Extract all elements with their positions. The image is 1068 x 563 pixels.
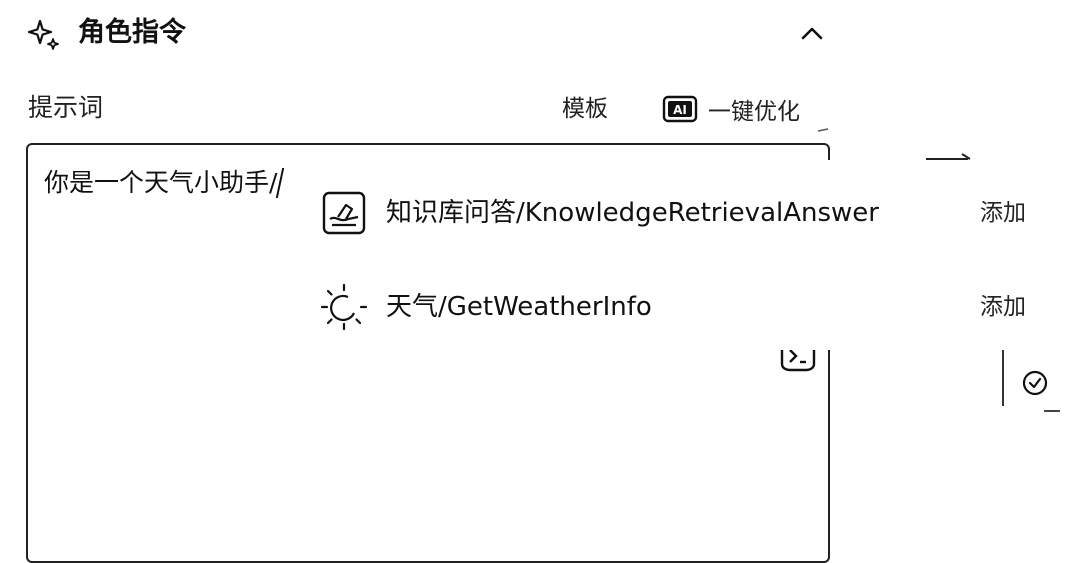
ai-icon: AI <box>662 95 698 123</box>
prompt-text[interactable]: 你是一个天气小助手/ <box>44 165 285 201</box>
check-circle-icon[interactable] <box>1020 368 1050 398</box>
suggestion-label: 知识库问答/KnowledgeRetrievalAnswer <box>386 198 879 228</box>
prompt-label: 提示词 <box>28 93 104 122</box>
sparkle-icon <box>28 19 59 50</box>
add-button[interactable]: 添加 <box>980 196 1026 230</box>
template-button[interactable]: 模板 <box>562 92 608 126</box>
suggestion-item[interactable]: 天气/GetWeatherInfo 添加 <box>300 262 1068 352</box>
sun-weather-icon <box>320 283 368 331</box>
knowledge-book-icon <box>322 191 366 235</box>
vertical-divider <box>1002 350 1004 406</box>
svg-text:AI: AI <box>673 103 687 117</box>
optimize-button[interactable]: AI 一键优化 <box>662 92 800 126</box>
suggestion-dropdown: 知识库问答/KnowledgeRetrievalAnswer 添加 天气/Get… <box>300 160 1068 350</box>
suggestion-item[interactable]: 知识库问答/KnowledgeRetrievalAnswer 添加 <box>300 168 1068 258</box>
section-title: 角色指令 <box>78 17 186 48</box>
divider-mark <box>818 128 829 132</box>
prompt-value: 你是一个天气小助手/ <box>44 168 278 197</box>
optimize-label: 一键优化 <box>708 99 800 125</box>
divider-mark <box>1044 410 1060 412</box>
chevron-up-icon[interactable] <box>796 18 828 50</box>
add-button[interactable]: 添加 <box>980 290 1026 324</box>
suggestion-label: 天气/GetWeatherInfo <box>386 292 652 322</box>
